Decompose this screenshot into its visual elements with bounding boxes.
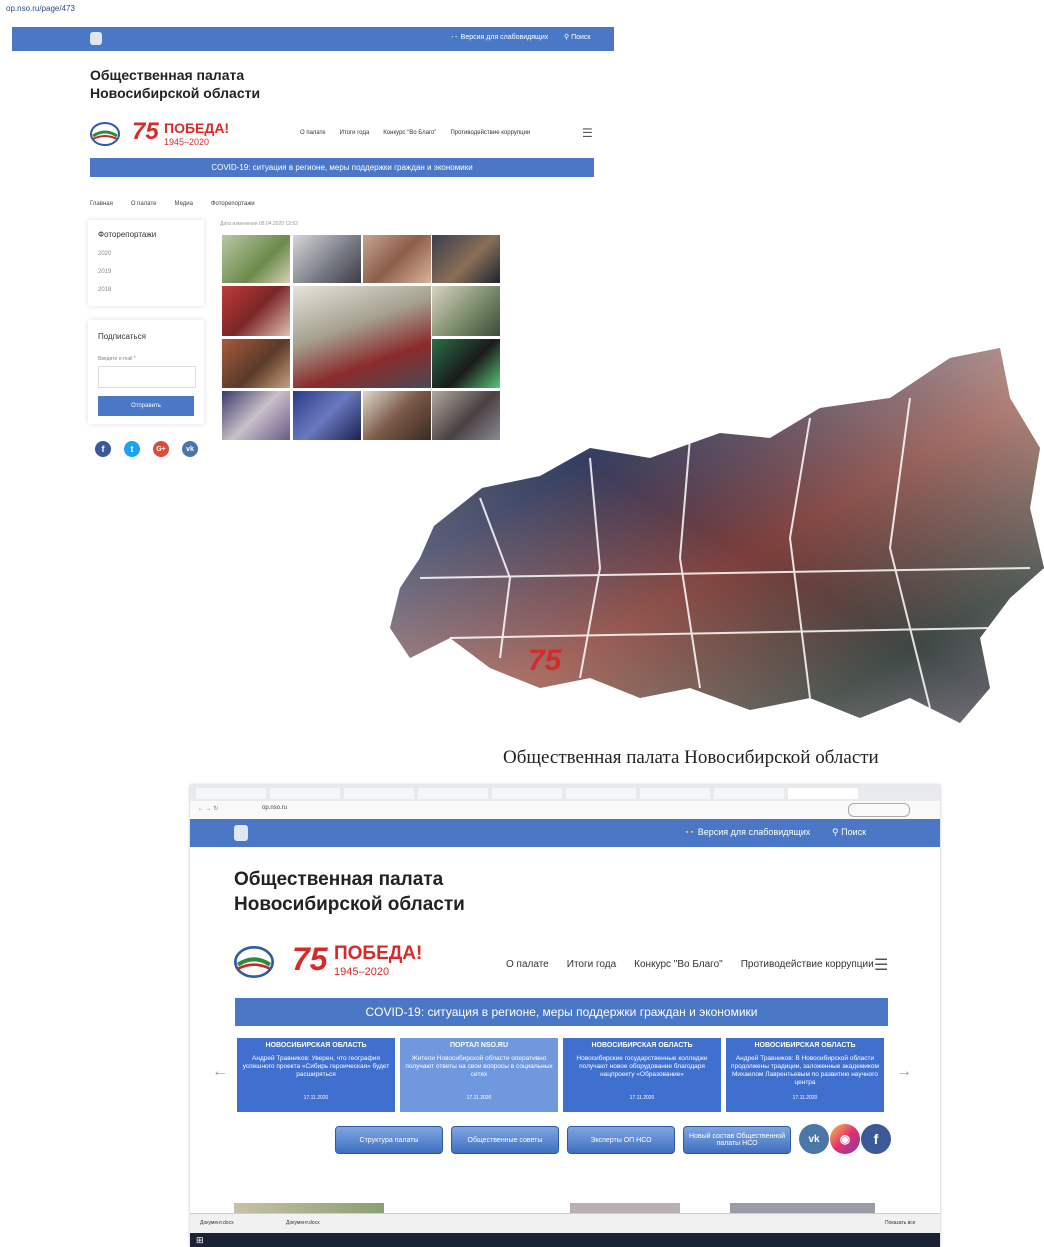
chamber-logo-icon[interactable] [234,945,274,979]
start-icon[interactable]: ⊞ [196,1235,204,1246]
browser-tab[interactable] [344,788,414,799]
russia-photo-collage-map: 75 [390,348,1044,723]
breadcrumb-about[interactable]: О палате [131,201,157,207]
photo-reports-heading: Фоторепортажи [98,230,157,239]
downloads-bar: Документ.docx Документ.docx Показать все [190,1213,940,1234]
collage-caption: Общественная палата Новосибирской област… [503,747,879,768]
carousel-prev-icon[interactable]: ← [212,1063,228,1081]
browser-tabs [190,785,940,801]
breadcrumb-home[interactable]: Главная [90,201,113,207]
news-card[interactable]: НОВОСИБИРСКАЯ ОБЛАСТЬ Андрей Травников: … [726,1038,884,1112]
page-url[interactable]: op.nso.ru/page/473 [6,4,75,13]
councils-button[interactable]: Общественные советы [451,1126,559,1154]
gallery-photo[interactable] [222,339,290,388]
vk-icon[interactable]: vk [182,441,198,457]
breadcrumb-current: Фоторепортажи [210,201,255,207]
modified-date: Дата изменения 08.04.2020 12:52 [220,221,298,227]
gallery-photo[interactable] [432,286,500,336]
browser-tab[interactable] [492,788,562,799]
main-nav: О палате Итоги года Конкурс "Во Благо" П… [300,130,530,136]
news-card[interactable]: НОВОСИБИРСКАЯ ОБЛАСТЬ Новосибирские госу… [563,1038,721,1112]
pobeda-logo[interactable]: 75 ПОБЕДА! 1945–2020 [132,118,242,150]
site-title[interactable]: Общественная палата Новосибирской област… [234,867,484,917]
gallery-photo[interactable] [293,391,361,440]
email-label: Введите e-mail * [98,356,136,362]
menu-icon[interactable]: ☰ [582,126,593,140]
nav-arrows-icon[interactable]: ← → ↻ [198,805,218,812]
new-composition-button[interactable]: Новый состав Общественной палаты НСО [683,1126,791,1154]
news-card[interactable]: ПОРТАЛ NSO.RU Жители Новосибирской облас… [400,1038,558,1112]
show-all-button[interactable]: Показать все [885,1220,916,1226]
facebook-icon[interactable]: f [861,1124,891,1154]
browser-tab[interactable] [640,788,710,799]
email-field[interactable] [98,366,196,388]
content-photo [234,1203,384,1213]
gallery-photo[interactable] [222,391,290,440]
nav-item-anticorruption[interactable]: Противодействие коррупции [741,959,874,970]
site-title[interactable]: Общественная палата Новосибирской област… [90,66,310,102]
gallery-photo[interactable] [293,235,361,283]
emblem-icon [234,825,248,841]
browser-screenshot: ← → ↻ op.nso.ru 👓 Версия для слабовидящи… [190,785,940,1247]
year-link-2020[interactable]: 2020 [98,251,111,257]
browser-tab[interactable] [418,788,488,799]
search-link[interactable]: ⚲ Поиск [564,33,590,41]
subscribe-heading: Подписаться [98,332,146,341]
nav-item-results[interactable]: Итоги года [340,130,370,136]
facebook-icon[interactable]: f [95,441,111,457]
nav-item-results[interactable]: Итоги года [567,959,616,970]
download-item[interactable]: Документ.docx [200,1220,234,1226]
address-bar[interactable]: ← → ↻ op.nso.ru [190,801,940,820]
gallery-photo[interactable] [222,235,290,283]
covid-banner[interactable]: COVID-19: ситуация в регионе, меры подде… [235,998,888,1026]
nav-item-contest[interactable]: Конкурс "Во Благо" [634,959,723,970]
nav-item-contest[interactable]: Конкурс "Во Благо" [383,130,436,136]
nav-item-about[interactable]: О палате [506,959,549,970]
structure-button[interactable]: Структура палаты [335,1126,443,1154]
content-photo [730,1203,875,1213]
news-card[interactable]: НОВОСИБИРСКАЯ ОБЛАСТЬ Андрей Травников: … [237,1038,395,1112]
menu-icon[interactable]: ☰ [874,955,888,975]
emblem-icon [90,32,102,45]
download-item[interactable]: Документ.docx [286,1220,320,1226]
experts-button[interactable]: Эксперты ОП НСО [567,1126,675,1154]
browser-tab[interactable] [196,788,266,799]
instagram-icon[interactable]: ◉ [830,1124,860,1154]
content-photo [570,1203,680,1213]
search-link[interactable]: ⚲ Поиск [832,827,866,838]
year-link-2018[interactable]: 2018 [98,287,111,293]
gallery-photo[interactable] [432,235,500,283]
pobeda-logo[interactable]: 75 ПОБЕДА! 1945–2020 [292,941,442,983]
gallery-photo[interactable] [222,286,290,336]
breadcrumb: Главная О палате Медиа Фоторепортажи [90,201,255,207]
gallery-photo[interactable] [363,235,431,283]
accessibility-link[interactable]: 👓 Версия для слабовидящих [684,827,810,838]
browser-tab[interactable] [714,788,784,799]
subscribe-button[interactable]: Отправить [98,396,194,416]
chamber-logo-icon[interactable] [90,122,120,146]
breadcrumb-media[interactable]: Медиа [175,201,193,207]
browser-search-input[interactable] [848,803,910,817]
vk-icon[interactable]: vk [799,1124,829,1154]
carousel-next-icon[interactable]: → [896,1063,912,1081]
google-plus-icon[interactable]: G+ [153,441,169,457]
nav-item-anticorruption[interactable]: Противодействие коррупции [450,130,530,136]
accessibility-link[interactable]: 👓 Версия для слабовидящих [450,33,548,41]
covid-banner[interactable]: COVID-19: ситуация в регионе, меры подде… [90,158,594,177]
main-nav: О палате Итоги года Конкурс "Во Благо" П… [506,959,874,970]
map-pobeda-75-icon: 75 [528,644,563,677]
browser-tab-active[interactable] [788,788,858,799]
browser-tab[interactable] [270,788,340,799]
windows-taskbar: ⊞ [190,1233,940,1247]
top-bar: 👓 Версия для слабовидящих ⚲ Поиск [12,27,614,51]
nav-item-about[interactable]: О палате [300,130,326,136]
address-field[interactable]: op.nso.ru [262,805,287,811]
twitter-icon[interactable]: t [124,441,140,457]
year-link-2019[interactable]: 2019 [98,269,111,275]
subscribe-card: Подписаться Введите e-mail * Отправить [88,320,204,424]
photo-reports-card: Фоторепортажи 2020 2019 2018 [88,220,204,306]
top-bar: 👓 Версия для слабовидящих ⚲ Поиск [190,819,940,847]
browser-tab[interactable] [566,788,636,799]
